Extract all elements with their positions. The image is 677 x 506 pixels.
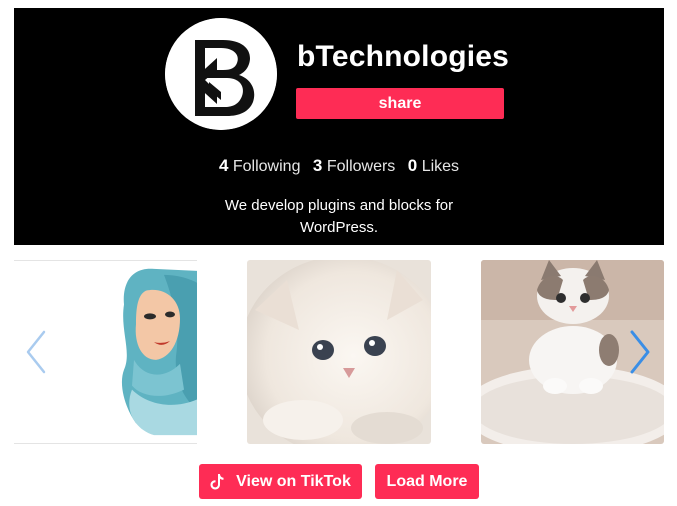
tiktok-icon bbox=[210, 473, 224, 490]
stat-following: 4 Following bbox=[218, 156, 309, 175]
stat-following-value: 4 bbox=[218, 156, 229, 175]
stat-likes-value: 0 bbox=[407, 156, 418, 175]
profile-username[interactable]: bTechnologies bbox=[297, 40, 509, 74]
chevron-right-icon bbox=[630, 330, 650, 374]
stat-followers: 3 Followers bbox=[312, 156, 403, 175]
video-thumbnail-2[interactable] bbox=[247, 260, 431, 444]
load-more-button[interactable]: Load More bbox=[375, 464, 479, 499]
profile-stats: 4 Following 3 Followers 0 Likes bbox=[14, 156, 664, 176]
view-on-tiktok-label: View on TikTok bbox=[236, 472, 351, 490]
view-on-tiktok-button[interactable]: View on TikTok bbox=[199, 464, 362, 499]
stat-followers-value: 3 bbox=[312, 156, 323, 175]
btechnologies-logo-icon bbox=[165, 18, 277, 130]
profile-bio: We develop plugins and blocks for WordPr… bbox=[224, 197, 454, 236]
share-button[interactable]: share bbox=[296, 88, 504, 119]
chevron-left-icon bbox=[26, 330, 46, 374]
carousel-next-button[interactable] bbox=[626, 328, 654, 376]
stat-followers-label: Followers bbox=[326, 158, 396, 175]
video-carousel bbox=[14, 258, 664, 446]
profile-header: bTechnologies share 4 Following 3 Follow… bbox=[14, 8, 664, 245]
stat-likes-label: Likes bbox=[421, 158, 460, 175]
stat-following-label: Following bbox=[232, 158, 301, 175]
carousel-prev-button[interactable] bbox=[22, 328, 50, 376]
stat-likes: 0 Likes bbox=[407, 156, 460, 175]
fluffy-white-kitten-thumbnail bbox=[247, 260, 431, 444]
avatar[interactable] bbox=[165, 18, 277, 130]
